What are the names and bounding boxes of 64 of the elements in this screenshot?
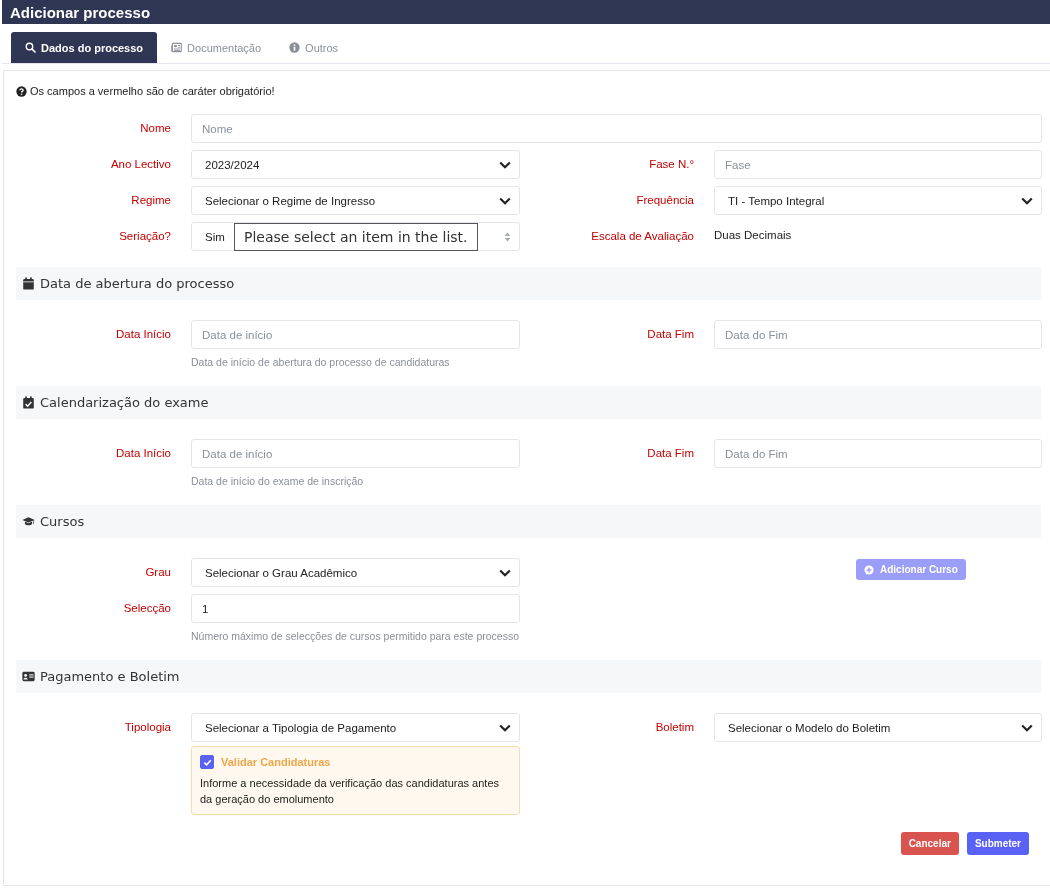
tab[interactable]: Documentação (157, 32, 276, 63)
field-label: Tipologia (124, 721, 171, 733)
field-label: Data Fim (647, 447, 694, 459)
field-label: Fase N.° (649, 158, 694, 170)
field-label: Escala de Avaliação (591, 230, 694, 242)
field-label: Data Início (116, 328, 171, 340)
dropdown[interactable]: Selecionar o Grau Acadêmico (191, 558, 520, 587)
select-field[interactable]: Sim Please select an item in the list. (191, 222, 520, 251)
section-title: Calendarização do exame (40, 395, 209, 410)
chevron-down-icon (499, 723, 511, 732)
note-text: Informe a necessidade da verificação das candidaturas antes da geração do emolumento (200, 776, 500, 807)
field-label: Data Início (116, 447, 171, 459)
chevron-down-icon (1021, 196, 1033, 205)
up-down-icon (504, 231, 511, 242)
tab[interactable]: Outros (275, 32, 353, 63)
chevron-down-icon (499, 568, 511, 577)
input-field[interactable]: Data do Fim (714, 320, 1042, 349)
field-label: Nome (140, 122, 171, 134)
input-field[interactable]: Data de início (191, 320, 520, 349)
section-title: Pagamento e Boletim (40, 669, 180, 684)
chevron-down-icon (499, 160, 511, 169)
chevron-down-icon (499, 196, 511, 205)
validation-tooltip: Please select an item in the list. (234, 223, 478, 251)
field-label: Selecção (123, 602, 171, 614)
help-text: Data de início do exame de inscrição (191, 474, 365, 489)
required-notice: Os campos a vermelho são de caráter obrigatório! (30, 85, 275, 97)
question-icon (16, 85, 27, 97)
dropdown[interactable]: Selecionar o Regime de Ingresso (191, 186, 520, 215)
checkbox[interactable] (200, 755, 214, 769)
scale-value: Duas Decimais (714, 228, 793, 241)
field-label: Frequência (636, 194, 694, 206)
input-field[interactable]: Nome (191, 114, 1042, 143)
section-title: Cursos (40, 514, 85, 529)
dropdown[interactable]: Selecionar o Modelo do Boletim (714, 713, 1042, 742)
search-icon (25, 42, 36, 53)
field-label: Data Fim (647, 328, 694, 340)
field-label: Seriação? (119, 230, 171, 242)
help-text: Data de início de abertura do processo de candidaturas (191, 355, 451, 370)
newspaper-icon (171, 42, 183, 53)
input-field[interactable]: Data do Fim (714, 439, 1042, 468)
calendar-icon (22, 277, 35, 290)
field-label: Regime (131, 194, 171, 206)
field-label: Grau (145, 566, 171, 578)
chevron-down-icon (1021, 723, 1033, 732)
submit-button[interactable]: Submeter (966, 832, 1029, 855)
window-title: Adicionar processo (10, 3, 151, 21)
input-field[interactable]: Fase (714, 150, 1042, 179)
graduation-cap-icon (22, 515, 35, 528)
input-field[interactable]: 1 (191, 594, 520, 623)
info-icon (289, 42, 301, 53)
dropdown[interactable]: Selecionar a Tipologia de Pagamento (191, 713, 520, 742)
input-field[interactable]: Data de início (191, 439, 520, 468)
calendar-check-icon (22, 396, 35, 409)
section-title: Data de abertura do processo (40, 276, 235, 291)
cancel-button[interactable]: Cancelar (900, 832, 959, 855)
field-label: Ano Lectivo (110, 158, 171, 170)
tab[interactable]: Dados do processo (11, 32, 158, 63)
dropdown[interactable]: 2023/2024 (191, 150, 520, 179)
plus-circle-icon (864, 564, 874, 575)
help-text: Número máximo de selecções de cursos permitido para este processo (191, 629, 520, 644)
field-label: Boletim (655, 721, 694, 733)
id-card-icon (22, 670, 35, 683)
checkbox-label: Validar Candidaturas (221, 756, 331, 768)
dropdown[interactable]: TI - Tempo Integral (714, 186, 1042, 215)
